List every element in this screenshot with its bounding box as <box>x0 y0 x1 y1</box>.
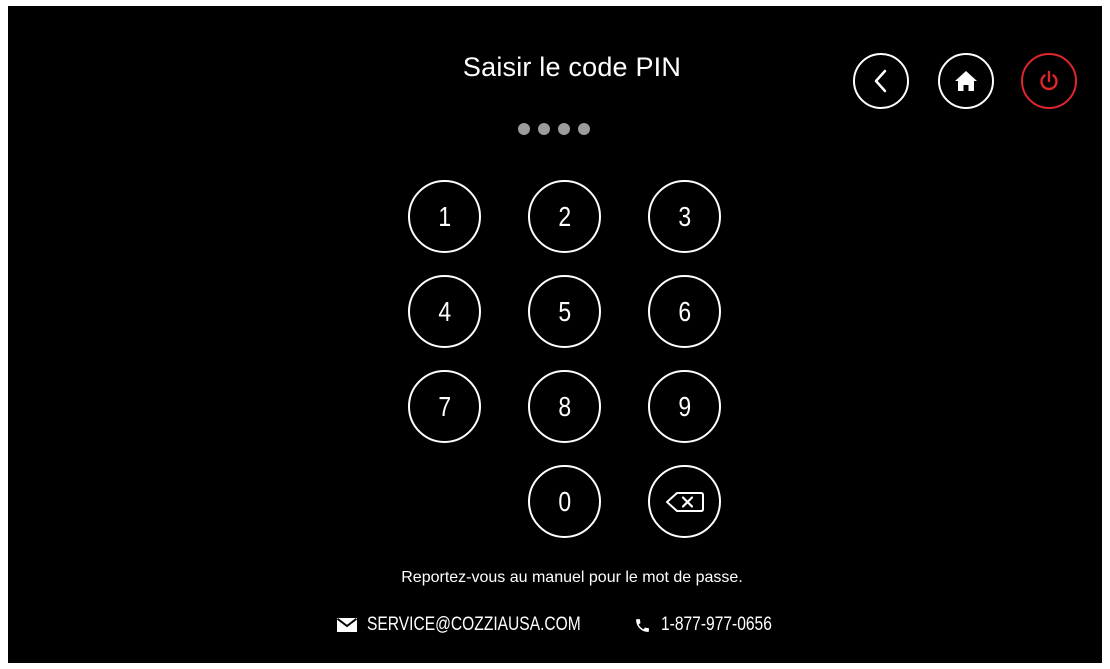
phone-text: 1-877-977-0656 <box>661 614 772 635</box>
key-label: 1 <box>438 200 451 232</box>
key-1[interactable]: 1 <box>408 180 481 253</box>
envelope-icon <box>337 618 357 632</box>
key-label: 6 <box>678 295 691 327</box>
power-button[interactable] <box>1021 53 1077 109</box>
key-2[interactable]: 2 <box>528 180 601 253</box>
email-text: SERVICE@COZZIAUSA.COM <box>367 614 581 635</box>
key-label: 9 <box>678 390 691 422</box>
pin-dot <box>558 123 570 135</box>
key-label: 2 <box>558 200 571 232</box>
key-label: 5 <box>558 295 571 327</box>
key-0[interactable]: 0 <box>528 465 601 538</box>
home-button[interactable] <box>938 53 994 109</box>
key-4[interactable]: 4 <box>408 275 481 348</box>
pin-indicator <box>518 123 590 135</box>
chevron-left-icon <box>874 69 887 93</box>
support-phone[interactable]: 1-877-977-0656 <box>634 614 796 636</box>
key-7[interactable]: 7 <box>408 370 481 443</box>
key-9[interactable]: 9 <box>648 370 721 443</box>
backspace-icon <box>665 491 704 512</box>
key-label: 7 <box>438 390 451 422</box>
home-icon <box>955 71 977 91</box>
key-6[interactable]: 6 <box>648 275 721 348</box>
key-label: 3 <box>678 200 691 232</box>
password-hint: Reportez-vous au manuel pour le mot de p… <box>401 569 743 586</box>
pin-dot <box>538 123 550 135</box>
key-label: 4 <box>438 295 451 327</box>
pin-dot <box>578 123 590 135</box>
key-label: 0 <box>558 485 571 517</box>
backspace-button[interactable] <box>648 465 721 538</box>
pin-screen: Saisir le code PIN 1 2 3 4 5 6 7 8 9 0 R… <box>8 6 1102 663</box>
phone-icon <box>636 618 649 632</box>
back-button[interactable] <box>853 53 909 109</box>
power-icon <box>1040 70 1058 91</box>
support-email[interactable]: SERVICE@COZZIAUSA.COM <box>337 614 628 636</box>
key-3[interactable]: 3 <box>648 180 721 253</box>
key-label: 8 <box>558 390 571 422</box>
key-5[interactable]: 5 <box>528 275 601 348</box>
key-8[interactable]: 8 <box>528 370 601 443</box>
pin-dot <box>518 123 530 135</box>
